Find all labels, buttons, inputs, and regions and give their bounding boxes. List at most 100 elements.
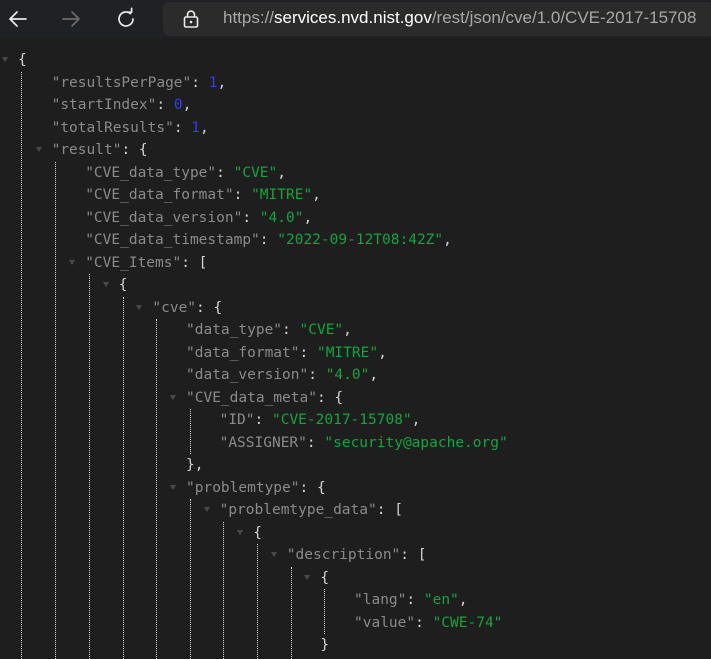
- json-punctuation: ,: [217, 74, 227, 91]
- json-punctuation: :: [216, 164, 234, 181]
- reload-button[interactable]: [112, 5, 140, 33]
- json-punctuation: :: [308, 367, 326, 383]
- json-string-value: "en": [423, 592, 459, 608]
- collapse-caret-icon[interactable]: [136, 304, 143, 310]
- json-punctuation: ,: [200, 119, 209, 136]
- json-line: "startIndex": 0,: [52, 94, 192, 117]
- json-punctuation: ,: [458, 592, 468, 608]
- collapse-caret-icon[interactable]: [203, 507, 210, 512]
- url-scheme: https://: [223, 8, 275, 27]
- json-string-value: "CVE": [233, 164, 278, 181]
- url-text[interactable]: https://services.nvd.nist.gov/rest/json/…: [223, 8, 696, 28]
- json-punctuation: : {: [316, 389, 344, 406]
- json-key: "ID": [219, 412, 255, 428]
- indent-guide: [190, 499, 191, 659]
- json-punctuation: ,: [182, 97, 192, 113]
- json-punctuation: :: [282, 322, 300, 338]
- json-line: "CVE_data_meta": {: [170, 387, 344, 410]
- json-line: {: [237, 522, 262, 545]
- json-punctuation: :: [415, 614, 433, 631]
- indent-guide: [291, 566, 292, 659]
- json-line: {: [102, 274, 128, 297]
- json-punctuation: {: [18, 52, 27, 68]
- json-punctuation: : {: [196, 299, 223, 316]
- json-line: }: [320, 634, 329, 657]
- json-punctuation: :: [242, 209, 260, 226]
- collapse-caret-icon[interactable]: [69, 259, 76, 265]
- json-string-value: "MITRE": [316, 344, 379, 361]
- json-key: "description": [286, 547, 401, 563]
- json-punctuation: : {: [299, 479, 326, 496]
- lock-icon[interactable]: [183, 10, 199, 28]
- json-viewer: {"resultsPerPage": 1, "startIndex": 0, "to…: [0, 38, 711, 659]
- collapse-caret-icon[interactable]: [35, 147, 42, 152]
- json-key: "result": [51, 142, 122, 158]
- json-string-value: "4.0": [259, 209, 304, 226]
- arrow-right-icon: [62, 11, 80, 27]
- json-key: "data_version": [186, 367, 309, 383]
- json-punctuation: :: [406, 592, 424, 608]
- collapse-caret-icon[interactable]: [170, 394, 176, 400]
- collapse-caret-icon[interactable]: [304, 574, 311, 580]
- json-line: "CVE_data_timestamp": "2022-09-12T08:42Z…: [85, 229, 452, 252]
- json-key: "CVE_data_meta": [186, 389, 317, 406]
- json-key: "ASSIGNER": [219, 434, 307, 451]
- reload-icon: [118, 7, 134, 27]
- indent-guide: [223, 521, 224, 659]
- json-key: "CVE_Items": [85, 254, 182, 271]
- json-key: "problemtype_data": [219, 502, 377, 518]
- collapse-caret-icon[interactable]: [2, 57, 8, 62]
- indent-guide: [89, 274, 90, 659]
- json-string-value: "security@apache.org": [324, 434, 508, 451]
- json-punctuation: ,: [343, 322, 352, 338]
- json-punctuation: :: [299, 344, 317, 361]
- collapse-caret-icon[interactable]: [102, 282, 109, 287]
- json-punctuation: :: [173, 119, 192, 136]
- json-key: "CVE_data_format": [85, 187, 234, 203]
- json-punctuation: :: [306, 434, 325, 451]
- indent-guide: [21, 71, 22, 659]
- url-host: services.nvd.nist.gov: [274, 8, 432, 27]
- collapse-caret-icon[interactable]: [170, 484, 176, 490]
- json-punctuation: : [: [181, 254, 208, 271]
- json-punctuation: }: [320, 637, 330, 653]
- json-string-value: "4.0": [325, 367, 370, 383]
- json-line: "CVE_Items": [: [69, 252, 208, 275]
- json-punctuation: ,: [378, 344, 387, 361]
- back-button[interactable]: [4, 5, 32, 33]
- json-punctuation: },: [186, 457, 204, 473]
- json-punctuation: ,: [411, 412, 421, 428]
- json-string-value: "2022-09-12T08:42Z": [277, 232, 444, 248]
- indent-guide: [123, 296, 124, 659]
- json-punctuation: ,: [443, 232, 452, 248]
- json-line: "value": "CWE-74": [354, 612, 502, 635]
- json-key: "data_type": [186, 322, 283, 338]
- arrow-left-icon: [9, 11, 27, 27]
- json-punctuation: : {: [121, 142, 148, 158]
- json-line: {: [2, 49, 27, 72]
- json-punctuation: :: [254, 412, 272, 428]
- json-punctuation: :: [156, 97, 174, 113]
- json-key: "problemtype": [186, 479, 300, 496]
- json-punctuation: :: [191, 74, 209, 91]
- address-bar[interactable]: https://services.nvd.nist.gov/rest/json/…: [163, 2, 711, 36]
- collapse-caret-icon[interactable]: [237, 529, 244, 535]
- json-punctuation: ,: [303, 209, 313, 226]
- json-line: "resultsPerPage": 1,: [52, 72, 227, 95]
- json-line: "ASSIGNER": "security@apache.org": [220, 432, 508, 455]
- json-number-value: 0: [173, 97, 183, 113]
- json-punctuation: {: [118, 277, 128, 293]
- json-key: "resultsPerPage": [51, 74, 192, 91]
- json-line: "data_type": "CVE",: [186, 319, 352, 342]
- collapse-caret-icon[interactable]: [270, 552, 277, 557]
- indent-guide: [190, 409, 191, 454]
- json-string-value: "CVE": [299, 322, 344, 338]
- json-line: "data_version": "4.0",: [186, 364, 378, 387]
- json-line: },: [186, 454, 203, 477]
- json-line: "description": [: [270, 544, 427, 567]
- json-key: "CVE_data_timestamp": [85, 232, 260, 248]
- json-punctuation: ,: [369, 367, 379, 383]
- forward-button[interactable]: [57, 5, 85, 33]
- browser-toolbar: https://services.nvd.nist.gov/rest/json/…: [0, 0, 711, 38]
- json-line: "result": {: [35, 139, 148, 162]
